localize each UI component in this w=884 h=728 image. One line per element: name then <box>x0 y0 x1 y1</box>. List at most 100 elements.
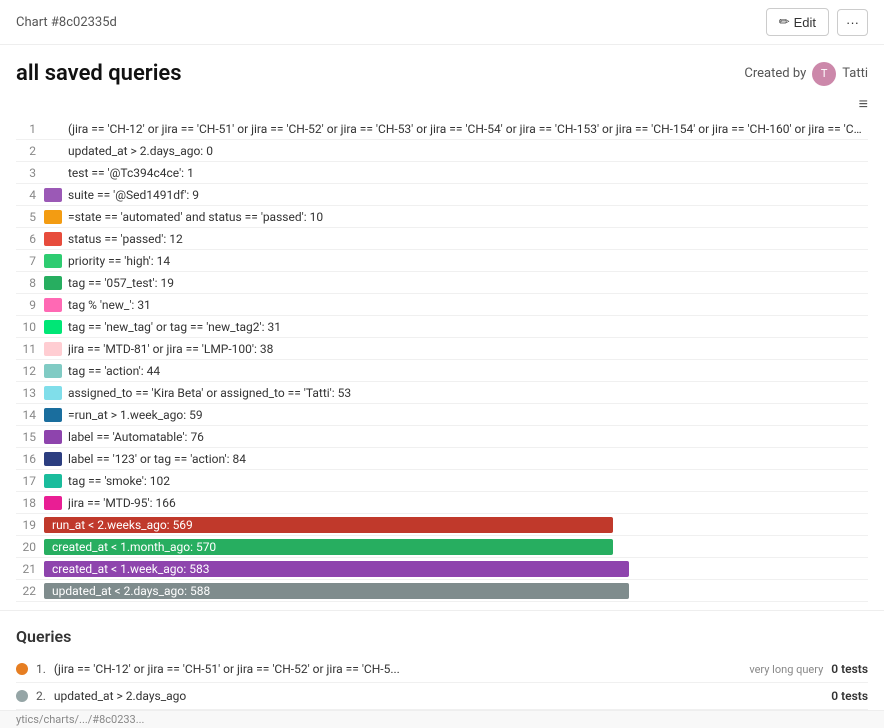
row-number: 16 <box>16 452 44 466</box>
color-swatch <box>44 254 62 268</box>
row-label: tag == '057_test': 19 <box>68 276 868 290</box>
row-number: 21 <box>16 562 44 576</box>
color-swatch <box>44 210 62 224</box>
chart-row: 4 suite == '@Sed1491df': 9 <box>16 184 868 206</box>
avatar: T <box>812 62 836 86</box>
row-number: 10 <box>16 320 44 334</box>
chart-row: 7 priority == 'high': 14 <box>16 250 868 272</box>
more-button[interactable]: ··· <box>837 9 868 36</box>
chart-row: 10 tag == 'new_tag' or tag == 'new_tag2':… <box>16 316 868 338</box>
row-label: status == 'passed': 12 <box>68 232 868 246</box>
row-number: 3 <box>16 166 44 180</box>
row-label: jira == 'MTD-95': 166 <box>68 496 868 510</box>
color-swatch <box>44 452 62 466</box>
query-num: 1. <box>36 662 46 676</box>
color-swatch <box>44 320 62 334</box>
query-text: updated_at > 2.days_ago <box>54 689 823 703</box>
chart-id: Chart #8c02335d <box>16 15 117 30</box>
row-number: 12 <box>16 364 44 378</box>
row-label: (jira == 'CH-12' or jira == 'CH-51' or j… <box>68 122 868 136</box>
bar: created_at < 1.week_ago: 583 <box>44 561 629 577</box>
chart-row: 16 label == '123' or tag == 'action': 84 <box>16 448 868 470</box>
chart-row: 2updated_at > 2.days_ago: 0 <box>16 140 868 162</box>
color-swatch <box>44 298 62 312</box>
row-number: 2 <box>16 144 44 158</box>
row-label: priority == 'high': 14 <box>68 254 868 268</box>
top-bar: Chart #8c02335d ✏ Edit ··· <box>0 0 884 45</box>
row-number: 8 <box>16 276 44 290</box>
color-swatch <box>44 386 62 400</box>
queries-title: Queries <box>16 627 868 646</box>
color-swatch <box>44 276 62 290</box>
queries-section: Queries 1. (jira == 'CH-12' or jira == 'C… <box>0 610 884 710</box>
chart-row: 22updated_at < 2.days_ago: 588 <box>16 580 868 602</box>
color-swatch <box>44 188 62 202</box>
row-label: label == 'Automatable': 76 <box>68 430 868 444</box>
chart-area: 1(jira == 'CH-12' or jira == 'CH-51' or … <box>0 118 884 602</box>
row-number: 15 <box>16 430 44 444</box>
bar-container: updated_at < 2.days_ago: 588 <box>44 583 868 599</box>
color-swatch <box>44 342 62 356</box>
row-label: suite == '@Sed1491df': 9 <box>68 188 868 202</box>
chart-row: 17 tag == 'smoke': 102 <box>16 470 868 492</box>
bar-container: created_at < 1.month_ago: 570 <box>44 539 868 555</box>
edit-icon: ✏ <box>779 14 790 30</box>
bar-container: created_at < 1.week_ago: 583 <box>44 561 868 577</box>
row-number: 4 <box>16 188 44 202</box>
color-swatch <box>44 408 62 422</box>
query-dot <box>16 663 28 675</box>
bar: created_at < 1.month_ago: 570 <box>44 539 613 555</box>
menu-icon-row: ≡ <box>0 94 884 118</box>
color-swatch <box>44 496 62 510</box>
author-name: Tatti <box>842 66 868 81</box>
color-swatch <box>44 364 62 378</box>
chart-row: 21created_at < 1.week_ago: 583 <box>16 558 868 580</box>
row-label: =state == 'automated' and status == 'pas… <box>68 210 868 224</box>
row-number: 17 <box>16 474 44 488</box>
bar: updated_at < 2.days_ago: 588 <box>44 583 629 599</box>
bar: run_at < 2.weeks_ago: 569 <box>44 517 613 533</box>
row-label: tag == 'action': 44 <box>68 364 868 378</box>
row-label: tag == 'smoke': 102 <box>68 474 868 488</box>
chart-row: 15 label == 'Automatable': 76 <box>16 426 868 448</box>
chart-row: 8 tag == '057_test': 19 <box>16 272 868 294</box>
row-label: jira == 'MTD-81' or jira == 'LMP-100': 3… <box>68 342 868 356</box>
breadcrumb: ytics/charts/.../#8c0233... <box>0 710 884 728</box>
row-label: tag == 'new_tag' or tag == 'new_tag2': 3… <box>68 320 868 334</box>
row-number: 20 <box>16 540 44 554</box>
row-label: test == '@Tc394c4ce': 1 <box>68 166 868 180</box>
edit-label: Edit <box>794 15 816 30</box>
toolbar: ✏ Edit ··· <box>766 8 868 36</box>
row-label: assigned_to == 'Kira Beta' or assigned_t… <box>68 386 868 400</box>
row-number: 9 <box>16 298 44 312</box>
row-number: 6 <box>16 232 44 246</box>
color-swatch <box>44 232 62 246</box>
row-number: 22 <box>16 584 44 598</box>
queries-list: 1. (jira == 'CH-12' or jira == 'CH-51' or… <box>16 656 868 710</box>
color-swatch <box>44 430 62 444</box>
row-number: 11 <box>16 342 44 356</box>
created-by: Created by T Tatti <box>744 62 868 86</box>
row-number: 7 <box>16 254 44 268</box>
row-number: 14 <box>16 408 44 422</box>
chart-row: 5=state == 'automated' and status == 'pa… <box>16 206 868 228</box>
query-item: 2.updated_at > 2.days_ago0 tests <box>16 683 868 710</box>
chart-row: 9tag % 'new_': 31 <box>16 294 868 316</box>
chart-row: 11 jira == 'MTD-81' or jira == 'LMP-100':… <box>16 338 868 360</box>
row-label: =run_at > 1.week_ago: 59 <box>68 408 868 422</box>
menu-icon[interactable]: ≡ <box>859 94 868 114</box>
chart-row: 12 tag == 'action': 44 <box>16 360 868 382</box>
row-label: label == '123' or tag == 'action': 84 <box>68 452 868 466</box>
query-dot <box>16 690 28 702</box>
page-header: all saved queries Created by T Tatti <box>0 45 884 94</box>
query-text: (jira == 'CH-12' or jira == 'CH-51' or j… <box>54 662 741 676</box>
chart-row: 6 status == 'passed': 12 <box>16 228 868 250</box>
chart-row: 14 =run_at > 1.week_ago: 59 <box>16 404 868 426</box>
row-number: 13 <box>16 386 44 400</box>
row-number: 19 <box>16 518 44 532</box>
chart-row: 13 assigned_to == 'Kira Beta' or assigned… <box>16 382 868 404</box>
query-item: 1. (jira == 'CH-12' or jira == 'CH-51' or… <box>16 656 868 683</box>
page-title: all saved queries <box>16 61 182 86</box>
chart-row: 3 test == '@Tc394c4ce': 1 <box>16 162 868 184</box>
edit-button[interactable]: ✏ Edit <box>766 8 829 36</box>
